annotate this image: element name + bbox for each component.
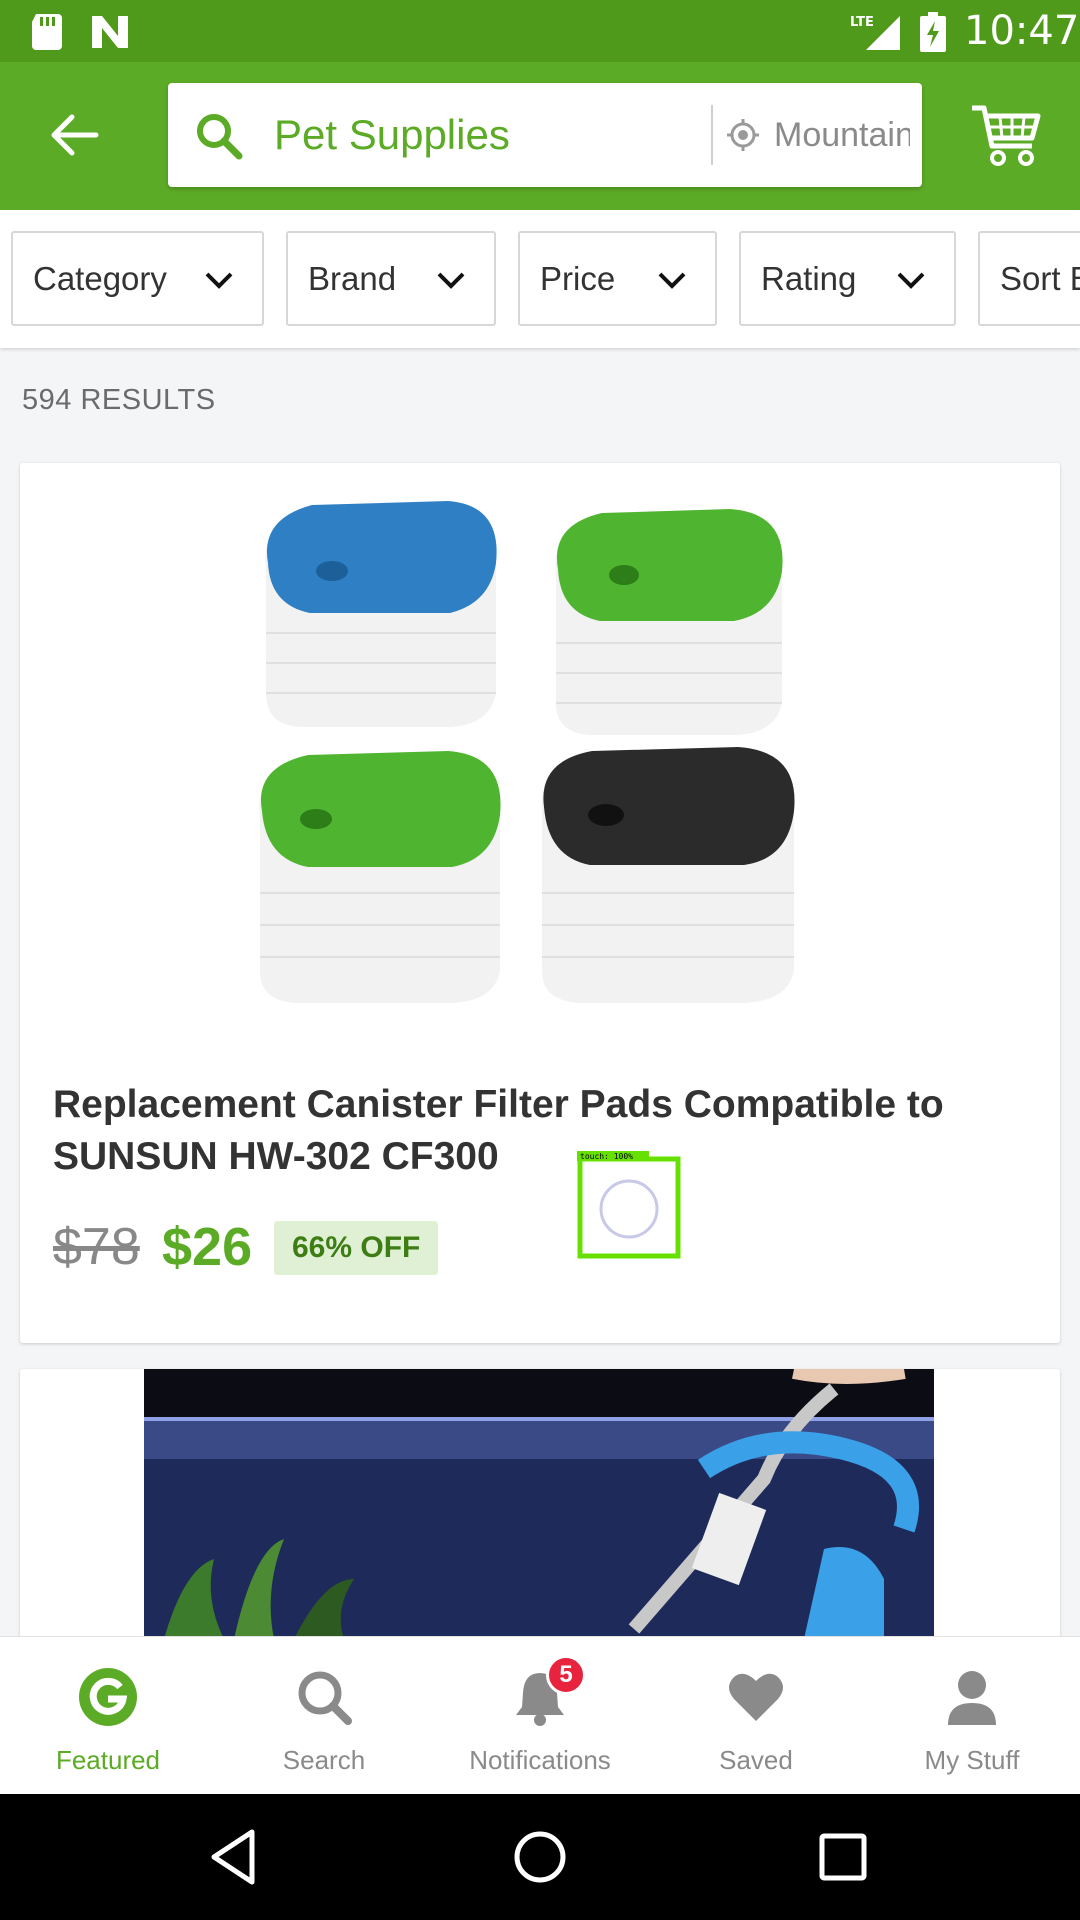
location-target-icon	[727, 119, 759, 151]
svg-text:touch: 100%: touch: 100%	[580, 1152, 633, 1161]
filter-rating[interactable]: Rating	[739, 231, 956, 326]
home-circle-icon[interactable]	[507, 1824, 573, 1890]
discount-badge: 66% OFF	[274, 1221, 439, 1275]
search-bar[interactable]: Pet Supplies Mountain View	[168, 83, 922, 187]
n-notification-icon	[92, 16, 128, 48]
original-price: $78	[53, 1218, 140, 1276]
bottom-navigation: Featured Search 5 Notifications Saved My…	[0, 1636, 1080, 1794]
status-clock: 10:47	[964, 8, 1080, 54]
system-navigation-bar	[0, 1794, 1080, 1920]
filter-category[interactable]: Category	[11, 231, 264, 326]
svg-text:LTE: LTE	[850, 15, 874, 30]
filter-brand[interactable]: Brand	[286, 231, 496, 326]
filter-label: Rating	[761, 259, 857, 297]
touch-indicator: touch: 100%	[577, 1151, 681, 1259]
product-image	[259, 501, 795, 1003]
battery-charging-icon	[920, 12, 946, 52]
filter-label: Brand	[308, 259, 397, 297]
results-count: 594 RESULTS	[22, 384, 216, 416]
cart-icon[interactable]	[970, 102, 1042, 168]
chevron-down-icon	[897, 272, 925, 289]
location-field[interactable]: Mountain View	[774, 113, 910, 157]
heart-icon	[729, 1673, 783, 1721]
nav-notifications[interactable]: 5 Notifications	[432, 1637, 648, 1795]
filter-label: Category	[33, 259, 167, 297]
search-icon	[298, 1671, 352, 1725]
filter-sort[interactable]: Sort By	[978, 231, 1080, 326]
product-title[interactable]: Replacement Canister Filter Pads Compati…	[53, 1079, 1013, 1183]
back-triangle-icon[interactable]	[202, 1824, 268, 1890]
nav-search[interactable]: Search	[216, 1637, 432, 1795]
nav-label: My Stuff	[924, 1745, 1020, 1775]
notification-badge: 5	[546, 1655, 586, 1695]
chevron-down-icon	[658, 272, 686, 289]
chevron-down-icon	[437, 272, 465, 289]
recents-square-icon[interactable]	[810, 1824, 876, 1890]
search-query[interactable]: Pet Supplies	[274, 109, 510, 161]
filter-bar: Category Brand Price Rating Sort By	[0, 210, 1080, 348]
nav-saved[interactable]: Saved	[648, 1637, 864, 1795]
nav-label: Saved	[719, 1745, 793, 1775]
status-bar: LTE 10:47	[0, 0, 1080, 62]
product-card[interactable]: Replacement Canister Filter Pads Compati…	[20, 463, 1060, 1343]
search-icon	[197, 114, 243, 160]
sd-card-icon	[32, 14, 62, 50]
filter-label: Price	[540, 259, 616, 297]
arrow-left-icon	[51, 114, 99, 156]
back-button[interactable]	[40, 100, 110, 170]
person-icon	[948, 1671, 996, 1725]
search-divider	[711, 105, 713, 165]
groupon-g-icon	[79, 1668, 137, 1726]
nav-featured[interactable]: Featured	[0, 1637, 216, 1795]
chevron-down-icon	[205, 272, 233, 289]
nav-label: Search	[282, 1745, 366, 1775]
lte-signal-icon: LTE	[850, 15, 900, 50]
sale-price: $26	[162, 1217, 253, 1277]
nav-my-stuff[interactable]: My Stuff	[864, 1637, 1080, 1795]
filter-price[interactable]: Price	[518, 231, 717, 326]
nav-label: Featured	[55, 1745, 161, 1775]
nav-label: Notifications	[469, 1745, 611, 1775]
app-header: Pet Supplies Mountain View	[0, 62, 1080, 210]
filter-label: Sort By	[1000, 259, 1080, 297]
product-image	[144, 1369, 934, 1639]
product-card[interactable]	[20, 1369, 1060, 1639]
